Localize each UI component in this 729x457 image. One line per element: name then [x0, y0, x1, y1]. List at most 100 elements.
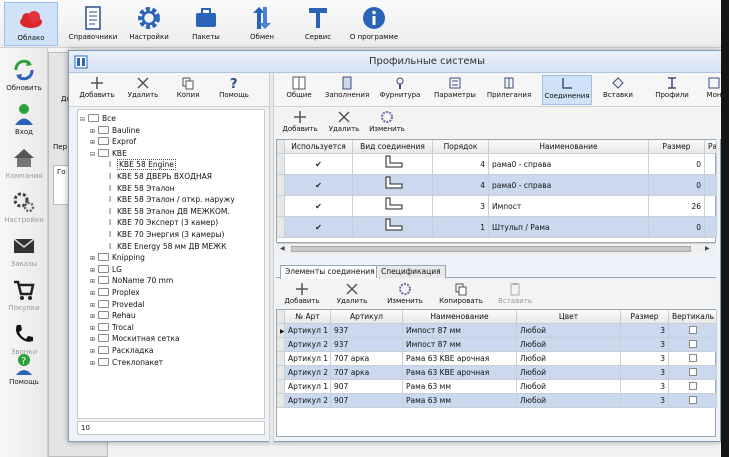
tree-folder-item[interactable]: ⊞ Rehau [90, 311, 136, 321]
tree-help-button[interactable]: ? Помощь [217, 75, 251, 105]
expand-icon[interactable]: ⊞ [90, 127, 98, 137]
collapse-icon[interactable]: ⊟ [90, 150, 98, 160]
tree-copy-button[interactable]: Копия [173, 75, 203, 105]
connection-row[interactable]: ✔ 4 рама0 - справа 0 [277, 175, 717, 196]
vertical-checkbox[interactable] [688, 368, 697, 376]
column-header[interactable]: Цвет [517, 310, 621, 324]
element-row[interactable]: Артикул 1 907 Рама 63 мм Любой 3 [277, 380, 717, 394]
tree-folder-item[interactable]: ⊞ Bauline [90, 125, 140, 137]
column-header[interactable]: № Арт [285, 310, 331, 324]
section-insert-button[interactable]: Вставки [600, 75, 636, 105]
vertical-checkbox-cell[interactable] [669, 380, 717, 394]
toolbar-service-button[interactable]: Сервис [296, 2, 340, 46]
used-checkbox-cell[interactable]: ✔ [285, 154, 353, 175]
expand-icon[interactable]: ⊞ [90, 266, 98, 276]
tree-profile-item[interactable]: Ⅰ KBE Energy 58 мм ДВ МЕЖК [106, 242, 227, 252]
element-row[interactable]: Артикул 1 707 арка Рама 63 KBE арочная Любо… [277, 352, 717, 366]
tree-folder-item[interactable]: ⊞ Exprof [90, 137, 136, 147]
section-params-button[interactable]: Параметры [432, 75, 478, 105]
section-joint-button[interactable]: Соединения [542, 75, 592, 105]
tree-folder-item[interactable]: ⊞ Knipping [90, 253, 145, 263]
toolbar-cloud-button[interactable]: Облако [4, 2, 58, 46]
section-fill-button[interactable]: Заполнения [324, 75, 370, 105]
toolbar-exchange-button[interactable]: Обмен [240, 2, 284, 46]
connection-elements-grid[interactable]: № Арт Артикул Наименование Цвет Размер Вертик… [276, 309, 717, 437]
sidebar-orders-button[interactable]: Заказы [0, 230, 48, 272]
tree-folder-item[interactable]: ⊞ Стеклопакет [90, 357, 163, 369]
column-header[interactable]: Размер [621, 310, 669, 324]
element-edit-button[interactable]: Изменить [384, 281, 426, 311]
element-row[interactable]: ▶ Артикул 1 937 Импост 87 мм Любой 3 [277, 324, 717, 338]
element-copy-button[interactable]: Копировать [436, 281, 486, 311]
column-header[interactable]: Вертикаль [669, 310, 717, 324]
tree-profile-item[interactable]: Ⅰ KBE 58 Эталон / откр. наружу [106, 195, 235, 205]
dialog-titlebar[interactable]: Профильные системы [69, 51, 722, 73]
tree-delete-button[interactable]: Удалить [125, 75, 161, 105]
connection-edit-button[interactable]: Изменить [366, 109, 408, 139]
tree-profile-item[interactable]: Ⅰ KBE 70 Энергия (3 камеры) [106, 230, 225, 240]
vertical-checkbox-cell[interactable] [669, 394, 717, 408]
expand-icon[interactable]: ⊞ [90, 312, 98, 322]
connections-horizontal-scrollbar[interactable]: ◀ ▶ [277, 243, 715, 254]
element-paste-button[interactable]: Вставить [494, 281, 536, 311]
tree-folder-item[interactable]: ⊞ LG [90, 264, 122, 276]
section-profile-button[interactable]: Профили [654, 75, 690, 105]
tree-add-button[interactable]: Добавить [77, 75, 117, 105]
used-checkbox-cell[interactable]: ✔ [285, 217, 353, 238]
expand-icon[interactable]: ⊞ [90, 335, 98, 345]
toolbar-about-button[interactable]: О программе [346, 2, 402, 46]
scroll-left-arrow-icon[interactable]: ◀ [280, 245, 285, 252]
element-row[interactable]: Артикул 2 907 Рама 63 мм Любой 3 [277, 394, 717, 408]
section-window-button[interactable]: Общие [282, 75, 316, 105]
element-add-button[interactable]: Добавить [282, 281, 322, 311]
vertical-checkbox-cell[interactable] [669, 352, 717, 366]
column-header[interactable]: Порядок [433, 140, 489, 154]
connection-add-button[interactable]: Добавить [280, 109, 320, 139]
section-hardware-button[interactable]: Фурнитура [376, 75, 424, 105]
column-header[interactable]: Наименование [489, 140, 649, 154]
tree-folder-item[interactable]: ⊞ Москитная сетка [90, 334, 180, 344]
toolbar-packages-button[interactable]: Пакеты [184, 2, 228, 46]
profile-systems-tree[interactable]: ⊟ Все ⊞ Bauline ⊞ Exprof ⊟ KBE Ⅰ KBE 58 Engine Ⅰ KB… [77, 109, 265, 419]
expand-icon[interactable]: ⊞ [90, 324, 98, 334]
column-header[interactable]: Наименование [403, 310, 517, 324]
vertical-checkbox-cell[interactable] [669, 324, 717, 338]
tree-folder-item[interactable]: ⊟ Все [80, 114, 116, 124]
connection-row[interactable]: ✔ 3 Импост 26 [277, 196, 717, 217]
element-delete-button[interactable]: Удалить [334, 281, 370, 311]
sidebar-help-button[interactable]: ? Помощь [0, 348, 48, 390]
tree-profile-item[interactable]: Ⅰ KBE 58 Эталон [106, 184, 175, 194]
tree-folder-item[interactable]: ⊞ Provedal [90, 299, 144, 310]
expand-icon[interactable]: ⊞ [90, 347, 98, 357]
tree-folder-item[interactable]: ⊟ KBE [90, 148, 127, 160]
sidebar-company-button[interactable]: Компания [0, 142, 48, 184]
toolbar-settings-button[interactable]: Настройки [126, 2, 172, 46]
sidebar-login-button[interactable]: Вход [0, 98, 48, 140]
connections-grid[interactable]: Используется Вид соединения Порядок Наимено… [276, 139, 717, 243]
tree-folder-item[interactable]: ⊞ Раскладка [90, 346, 153, 356]
toolbar-references-button[interactable]: Справочники [64, 2, 122, 46]
tree-profile-item[interactable]: Ⅰ KBE 70 Эксперт (3 камер) [106, 218, 218, 228]
sidebar-purchases-button[interactable]: Покупки [0, 274, 48, 316]
collapse-icon[interactable]: ⊟ [80, 115, 88, 125]
tree-folder-item[interactable]: ⊞ NoName 70 mm [90, 276, 173, 286]
tree-profile-item[interactable]: Ⅰ KBE 58 Эталон ДВ МЕЖКОМ. [106, 207, 230, 217]
column-header[interactable]: Вид соединения [353, 140, 433, 154]
column-header[interactable]: Разм [705, 140, 717, 154]
expand-icon[interactable]: ⊞ [90, 359, 98, 369]
vertical-checkbox-cell[interactable] [669, 338, 717, 352]
section-adjoin-button[interactable]: Прилегания [484, 75, 534, 105]
scrollbar-thumb[interactable] [291, 246, 691, 252]
scroll-right-arrow-icon[interactable]: ▶ [705, 245, 710, 252]
element-row[interactable]: Артикул 2 937 Импост 87 мм Любой 3 [277, 338, 717, 352]
connection-row[interactable]: ✔ 1 Штульп / Рама 0 [277, 217, 717, 238]
sidebar-settings-button[interactable]: Настройки [0, 186, 48, 228]
used-checkbox-cell[interactable]: ✔ [285, 175, 353, 196]
expand-icon[interactable]: ⊞ [90, 254, 98, 264]
column-header[interactable]: Артикул [331, 310, 403, 324]
vertical-checkbox-cell[interactable] [669, 366, 717, 380]
vertical-checkbox[interactable] [688, 340, 697, 348]
expand-icon[interactable]: ⊞ [90, 138, 98, 148]
column-header[interactable]: Используется [285, 140, 353, 154]
connection-row[interactable]: ✔ 4 рама0 - справа 0 [277, 154, 717, 175]
